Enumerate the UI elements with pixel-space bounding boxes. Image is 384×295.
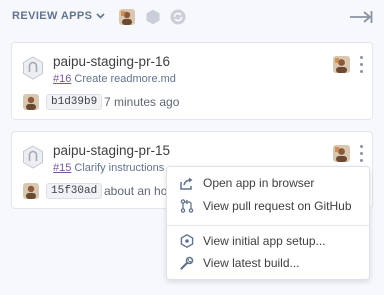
avatar[interactable] xyxy=(333,56,350,73)
pr-line: #16 Create readmore.md xyxy=(53,73,176,85)
menu-divider xyxy=(167,225,369,226)
app-name[interactable]: paipu-staging-pr-16 xyxy=(53,54,170,69)
pr-title: Clarify instructions xyxy=(74,162,165,174)
sync-icon[interactable] xyxy=(170,9,186,30)
avatar xyxy=(23,183,39,199)
menu-item-view-pr[interactable]: View pull request on GitHub xyxy=(167,195,369,217)
arrow-right-icon[interactable] xyxy=(349,10,373,29)
wrench-icon xyxy=(180,256,194,270)
pr-title: Create readmore.md xyxy=(74,73,176,85)
app-name[interactable]: paipu-staging-pr-15 xyxy=(53,143,170,158)
pull-request-icon xyxy=(180,199,194,213)
avatar[interactable] xyxy=(119,9,135,25)
pr-line: #15 Clarify instructions xyxy=(53,162,164,174)
review-apps-title-label: REVIEW APPS xyxy=(12,10,93,22)
app-icon xyxy=(22,56,44,85)
menu-item-open-app[interactable]: Open app in browser xyxy=(167,172,369,194)
menu-item-label: Open app in browser xyxy=(203,176,315,190)
review-apps-header: REVIEW APPS xyxy=(0,0,384,34)
chevron-down-icon xyxy=(96,13,105,19)
pr-number-link[interactable]: #16 xyxy=(53,73,71,85)
menu-item-label: View pull request on GitHub xyxy=(203,199,352,213)
menu-item-label: View latest build... xyxy=(203,256,300,270)
menu-item-view-build[interactable]: View latest build... xyxy=(167,252,369,274)
commit-sha[interactable]: 15f30ad xyxy=(46,183,103,199)
pr-number-link[interactable]: #15 xyxy=(53,162,71,174)
review-app-card[interactable]: paipu-staging-pr-16 #16 Create readmore.… xyxy=(11,42,373,120)
review-apps-title[interactable]: REVIEW APPS xyxy=(12,10,105,22)
menu-item-view-setup[interactable]: View initial app setup... xyxy=(167,230,369,252)
commit-sha[interactable]: b1d39b9 xyxy=(46,94,103,110)
more-options-icon[interactable] xyxy=(358,56,364,73)
hexagon-icon[interactable] xyxy=(145,9,161,30)
external-link-icon xyxy=(180,177,193,190)
app-icon xyxy=(22,145,44,174)
more-options-icon[interactable] xyxy=(358,145,364,162)
deploy-time: 7 minutes ago xyxy=(104,95,180,109)
hexagon-setup-icon xyxy=(180,234,194,248)
avatar[interactable] xyxy=(333,145,350,162)
app-actions-menu: Open app in browser View pull request on… xyxy=(166,166,370,280)
avatar xyxy=(23,94,39,110)
deploy-time: about an ho xyxy=(104,184,168,198)
menu-item-label: View initial app setup... xyxy=(203,234,326,248)
